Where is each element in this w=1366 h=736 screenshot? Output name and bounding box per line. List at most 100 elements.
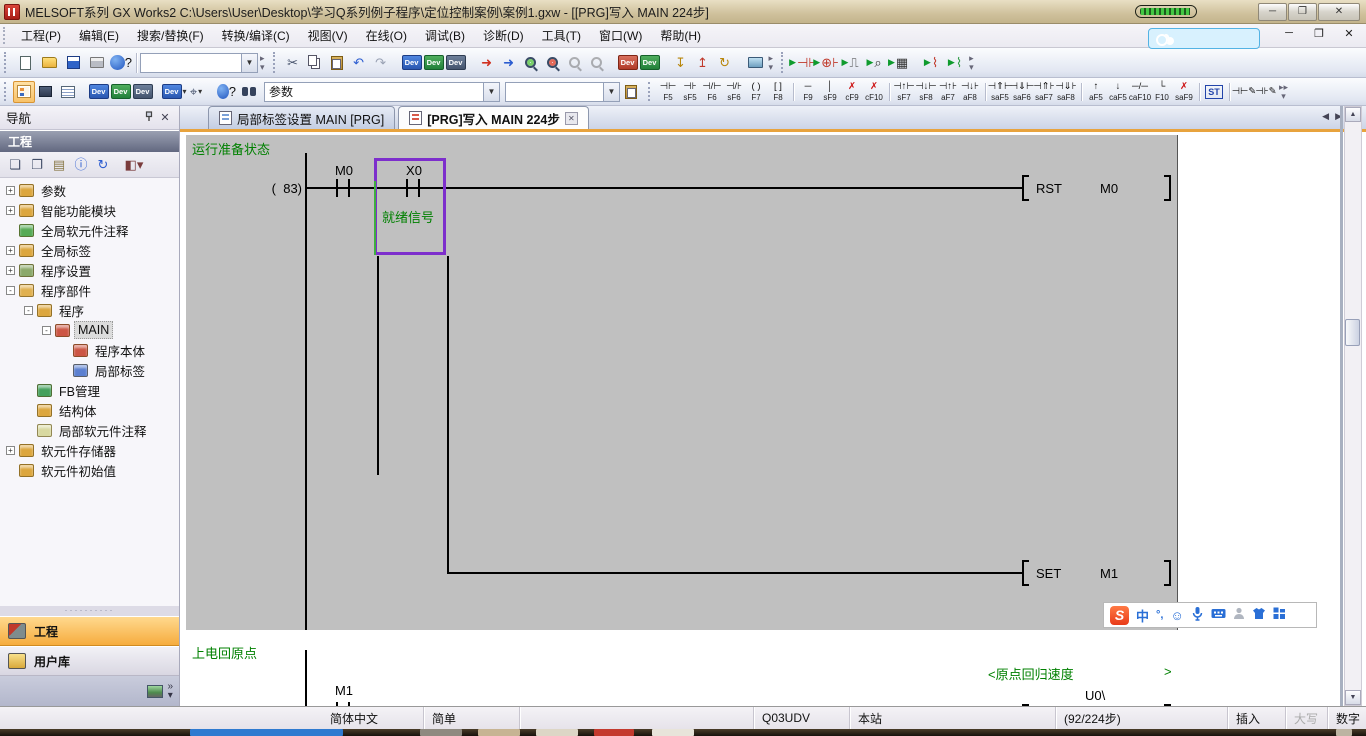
tree-expand-toggle[interactable]: - — [42, 326, 51, 335]
taskbar-item[interactable] — [190, 729, 343, 736]
search-input[interactable] — [1149, 29, 1299, 48]
tree-item-global-device-comment[interactable]: 全局软元件注释 — [0, 220, 179, 240]
rising-pulse-close-button[interactable]: ⊣⇑⊢saF5 — [989, 79, 1011, 105]
taskbar-item[interactable] — [420, 729, 462, 736]
falling-pulse-branch-button[interactable]: ⊣↓⊦aF8 — [959, 79, 981, 105]
sogou-logo-icon[interactable]: S — [1110, 606, 1129, 625]
delete-horizontal-line-button[interactable]: ✗cF9 — [841, 79, 863, 105]
tree-expand-toggle[interactable]: + — [6, 186, 15, 195]
tab-local-label-setting[interactable]: 局部标签设置 MAIN [PRG] — [208, 106, 395, 129]
note-button[interactable]: Dev — [132, 81, 154, 103]
undo-button[interactable]: ↶ — [348, 52, 370, 74]
tree-expand-toggle[interactable] — [6, 466, 15, 475]
tree-expand-toggle[interactable]: + — [6, 246, 15, 255]
menu-tools[interactable]: 工具(T) — [533, 24, 590, 47]
menu-help[interactable]: 帮助(H) — [651, 24, 710, 47]
navigation-close-icon[interactable]: ✕ — [157, 111, 173, 124]
tree-expand-toggle[interactable] — [6, 226, 15, 235]
scrollbar-thumb[interactable] — [1345, 319, 1360, 346]
refresh-view-button[interactable]: ↻ — [92, 154, 114, 176]
paste-button[interactable] — [326, 52, 348, 74]
tree-item-fb-management[interactable]: FB管理 — [0, 380, 179, 400]
tree-expand-toggle[interactable]: + — [6, 206, 15, 215]
monitor-find-button[interactable]: ⌕ — [862, 51, 886, 75]
toolbox-grid-icon[interactable] — [1273, 607, 1286, 623]
start-watching-button[interactable]: ⊕⊦ — [814, 51, 838, 75]
menu-online[interactable]: 在线(O) — [357, 24, 416, 47]
inline-st-button[interactable]: ST — [1203, 79, 1225, 105]
draw-line-button[interactable]: └F10 — [1151, 79, 1173, 105]
delete-vertical-line-button[interactable]: ✗cF10 — [863, 79, 885, 105]
toolbar-overflow[interactable]: ▸▸▾ — [1279, 83, 1288, 101]
chinese-mode-icon[interactable]: 中 — [1136, 606, 1149, 625]
tree-item-program[interactable]: - 程序 — [0, 300, 179, 320]
mdi-close-button[interactable]: ✕ — [1340, 27, 1358, 40]
more-views-chevron[interactable]: »▾ — [167, 682, 173, 700]
combo-dropdown-arrow[interactable]: ▼ — [603, 83, 619, 101]
sort-filter-dropdown[interactable]: ◧▾ — [123, 154, 145, 176]
combo-dropdown-arrow[interactable]: ▼ — [483, 83, 499, 101]
device-batch-monitor-button[interactable]: Dev — [617, 52, 639, 74]
scroll-down-icon[interactable]: ▼ — [1345, 690, 1361, 705]
open-project-button[interactable] — [37, 51, 61, 75]
tree-item-local-device-comment[interactable]: 局部软元件注释 — [0, 420, 179, 440]
new-project-button[interactable] — [13, 51, 37, 75]
combo-dropdown-arrow[interactable]: ▼ — [241, 54, 257, 72]
menu-window[interactable]: 窗口(W) — [590, 24, 651, 47]
taskbar-item[interactable] — [536, 729, 578, 736]
mdi-restore-button[interactable]: ❐ — [1310, 27, 1328, 40]
tree-item-device-initial-value[interactable]: 软元件初始值 — [0, 460, 179, 480]
falling-pulse-button[interactable]: ⊣↓⊢sF8 — [915, 79, 937, 105]
program-check-button[interactable] — [542, 52, 564, 74]
rising-pulse-button[interactable]: ⊣↑⊢sF7 — [893, 79, 915, 105]
stop-monitoring-button[interactable]: ⌇ — [919, 51, 943, 75]
open-contact-button[interactable]: ⊣⊢F5 — [657, 79, 679, 105]
minimize-button[interactable]: ─ — [1258, 3, 1287, 21]
punctuation-icon[interactable]: °, — [1156, 609, 1163, 621]
tree-expand-toggle[interactable] — [60, 346, 69, 355]
taskbar-item[interactable] — [594, 729, 634, 736]
device-comment-display-button[interactable]: Dev — [401, 52, 423, 74]
start-monitoring-button[interactable]: ⊣⊦ — [790, 51, 814, 75]
monitor-grayed-button-1[interactable] — [564, 52, 586, 74]
menu-project[interactable]: 工程(P) — [12, 24, 70, 47]
help-button-2[interactable]: ? — [216, 81, 238, 103]
verify-with-plc-button[interactable] — [520, 52, 542, 74]
step-return-button[interactable]: ↥ — [692, 52, 714, 74]
property-button[interactable]: ⓘ — [70, 154, 92, 176]
monitor-screen-button[interactable] — [745, 52, 767, 74]
ladder-editor[interactable]: 运行准备状态 ( 83) M0 X0 就绪信号 RST M0 SET M1 上电… — [180, 135, 1340, 706]
pin-icon[interactable] — [141, 111, 157, 125]
copy-button[interactable] — [304, 52, 326, 74]
step-over-button[interactable]: ↻ — [714, 52, 736, 74]
module-configuration-button[interactable] — [35, 81, 57, 103]
program-list-button[interactable] — [57, 81, 79, 103]
menu-convert-compile[interactable]: 转换/编译(C) — [213, 24, 299, 47]
tree-expand-toggle[interactable]: + — [6, 266, 15, 275]
monitor-grayed-button-2[interactable] — [586, 52, 608, 74]
tree-expand-toggle[interactable]: - — [6, 286, 15, 295]
shirt-icon[interactable] — [1252, 607, 1266, 623]
tab-scroll-left-icon[interactable]: ◀ — [1322, 111, 1329, 122]
buffer-monitor-button[interactable]: ▦ — [886, 51, 910, 75]
show-desktop-button[interactable] — [1336, 729, 1352, 736]
falling-pulse-close-button[interactable]: ⊣⇓⊢saF6 — [1011, 79, 1033, 105]
help-button[interactable]: ? — [109, 51, 133, 75]
tree-item-pou[interactable]: - 程序部件 — [0, 280, 179, 300]
new-data-button[interactable]: ❏ — [4, 154, 26, 176]
rising-pulse-close-branch-button[interactable]: ⊣⇑⊦saF7 — [1033, 79, 1055, 105]
device-find-dropdown[interactable]: ⌖▾ — [185, 81, 207, 103]
tree-expand-toggle[interactable] — [60, 366, 69, 375]
pulse-monitor-button[interactable]: ⎍ — [838, 51, 862, 75]
device-note-display-button[interactable]: Dev — [445, 52, 467, 74]
tree-expand-toggle[interactable]: + — [6, 446, 15, 455]
resume-monitoring-button[interactable]: ⌇ — [943, 51, 967, 75]
menu-find-replace[interactable]: 搜索/替换(F) — [128, 24, 213, 47]
cut-button[interactable]: ✂ — [282, 52, 304, 74]
redo-button[interactable]: ↷ — [370, 52, 392, 74]
parameter-combobox[interactable]: 参数 ▼ — [264, 82, 500, 102]
read-from-plc-button[interactable]: ➜ — [498, 52, 520, 74]
tree-expand-toggle[interactable] — [24, 426, 33, 435]
toolbar-overflow[interactable]: ▸▾ — [260, 54, 265, 72]
tree-item-local-label[interactable]: 局部标签 — [0, 360, 179, 380]
